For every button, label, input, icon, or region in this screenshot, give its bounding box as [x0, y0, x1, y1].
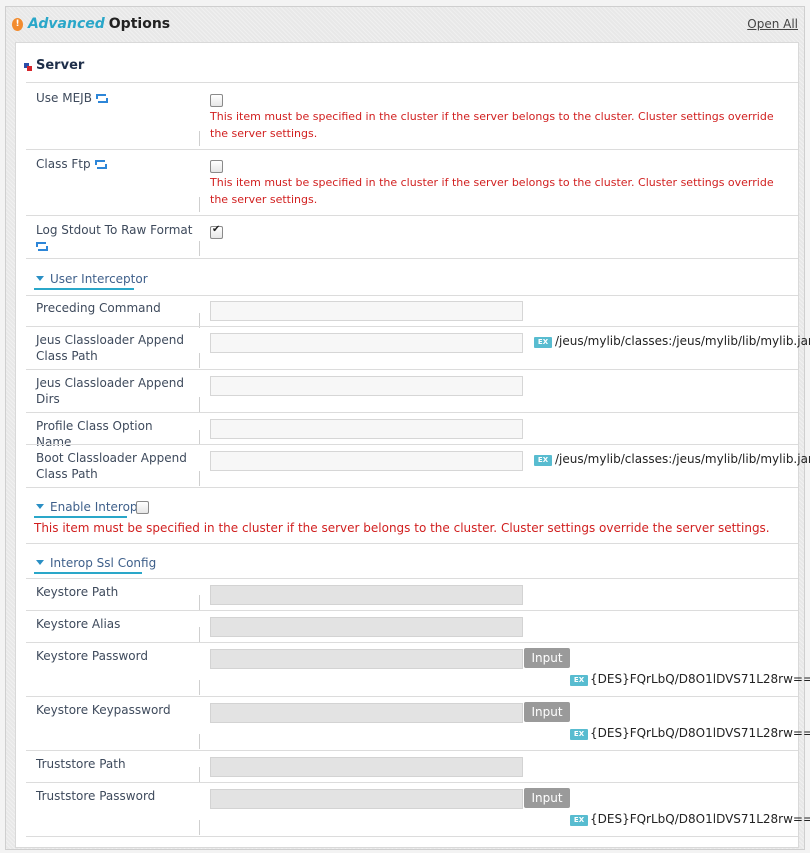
preceding-command-label: Preceding Command [36, 301, 161, 315]
example-badge-icon: EX [534, 337, 552, 348]
keystore-keypassword-label: Keystore Keypassword [36, 703, 171, 717]
collapse-triangle-icon [36, 560, 44, 565]
keystore-password-example: {DES}FQrLbQ/D8O1lDVS71L28rw== [590, 672, 810, 686]
refresh-icon[interactable] [36, 242, 48, 251]
keystore-alias-label: Keystore Alias [36, 617, 121, 631]
refresh-icon[interactable] [95, 94, 108, 103]
jeus-classloader-append-dirs-input[interactable] [210, 376, 523, 396]
truststore-path-label: Truststore Path [36, 757, 126, 771]
class-ftp-checkbox[interactable] [210, 160, 223, 173]
example-badge-icon: EX [570, 675, 588, 686]
keystore-keypassword-input-button[interactable]: Input [524, 702, 570, 722]
enable-interop-toggle[interactable]: Enable Interop [36, 500, 138, 514]
class-ftp-warning: This item must be specified in the clust… [210, 176, 774, 206]
enable-interop-warning: This item must be specified in the clust… [34, 521, 770, 535]
example-badge-icon: EX [534, 455, 552, 466]
profile-class-option-name-label: Profile Class Option Name [36, 419, 153, 449]
use-mejb-checkbox[interactable] [210, 94, 223, 107]
truststore-path-input[interactable] [210, 757, 523, 777]
enable-interop-checkbox[interactable] [136, 501, 149, 514]
profile-class-option-name-input[interactable] [210, 419, 523, 439]
jeus-classloader-append-class-path-input[interactable] [210, 333, 523, 353]
keystore-password-input-button[interactable]: Input [524, 648, 570, 668]
truststore-password-label: Truststore Password [36, 789, 156, 803]
jeus-class-path-example: /jeus/mylib/classes:/jeus/mylib/lib/myli… [555, 334, 810, 348]
truststore-password-input[interactable] [210, 789, 523, 809]
example-badge-icon: EX [570, 729, 588, 740]
log-stdout-checkbox[interactable] [210, 224, 223, 239]
keystore-path-label: Keystore Path [36, 585, 119, 599]
enable-interop-title: Enable Interop [50, 500, 138, 514]
use-mejb-label: Use MEJB [36, 90, 191, 106]
keystore-password-label: Keystore Password [36, 649, 148, 663]
collapse-triangle-icon [36, 276, 44, 281]
preceding-command-input[interactable] [210, 301, 523, 321]
panel-title: Advanced Options [28, 16, 170, 32]
log-stdout-text: Log Stdout To Raw Format [36, 223, 193, 237]
class-ftp-label: Class Ftp [36, 156, 191, 172]
user-interceptor-title: User Interceptor [50, 272, 148, 286]
jeus-classloader-append-class-path-label: Jeus Classloader Append Class Path [36, 333, 184, 363]
interop-ssl-title: Interop Ssl Config [50, 556, 157, 570]
server-title-text: Server [36, 58, 85, 73]
open-all-link[interactable]: Open All [747, 17, 798, 31]
boot-class-path-example: /jeus/mylib/classes:/jeus/mylib/lib/myli… [555, 452, 810, 466]
user-interceptor-toggle[interactable]: User Interceptor [36, 272, 148, 286]
boot-classloader-append-class-path-input[interactable] [210, 451, 523, 471]
panel-header: ! Advanced Options Open All [6, 7, 804, 43]
keystore-password-input[interactable] [210, 649, 523, 669]
truststore-password-input-button[interactable]: Input [524, 788, 570, 808]
use-mejb-warning: This item must be specified in the clust… [210, 110, 774, 140]
jeus-classloader-append-dirs-label: Jeus Classloader Append Dirs [36, 376, 184, 406]
server-section-title: Server [24, 58, 85, 73]
interop-ssl-toggle[interactable]: Interop Ssl Config [36, 556, 156, 570]
use-mejb-text: Use MEJB [36, 91, 92, 105]
log-stdout-label: Log Stdout To Raw Format [36, 222, 196, 254]
keystore-keypassword-example: {DES}FQrLbQ/D8O1lDVS71L28rw== [590, 726, 810, 740]
keystore-keypassword-input[interactable] [210, 703, 523, 723]
truststore-password-example: {DES}FQrLbQ/D8O1lDVS71L28rw== [590, 812, 810, 826]
panel-title-rest: Options [108, 16, 171, 32]
collapse-triangle-icon [36, 504, 44, 509]
keystore-path-input[interactable] [210, 585, 523, 605]
panel-title-accent: Advanced [28, 16, 105, 32]
options-body: Server Use MEJB This item must be specif… [15, 42, 810, 848]
alert-icon: ! [12, 18, 23, 31]
advanced-options-panel: ! Advanced Options Open All Server Use ME… [5, 6, 810, 850]
class-ftp-text: Class Ftp [36, 157, 91, 171]
refresh-icon[interactable] [94, 160, 107, 169]
boot-classloader-append-class-path-label: Boot Classloader Append Class Path [36, 451, 187, 481]
example-badge-icon: EX [570, 815, 588, 826]
section-icon [24, 63, 32, 71]
keystore-alias-input[interactable] [210, 617, 523, 637]
